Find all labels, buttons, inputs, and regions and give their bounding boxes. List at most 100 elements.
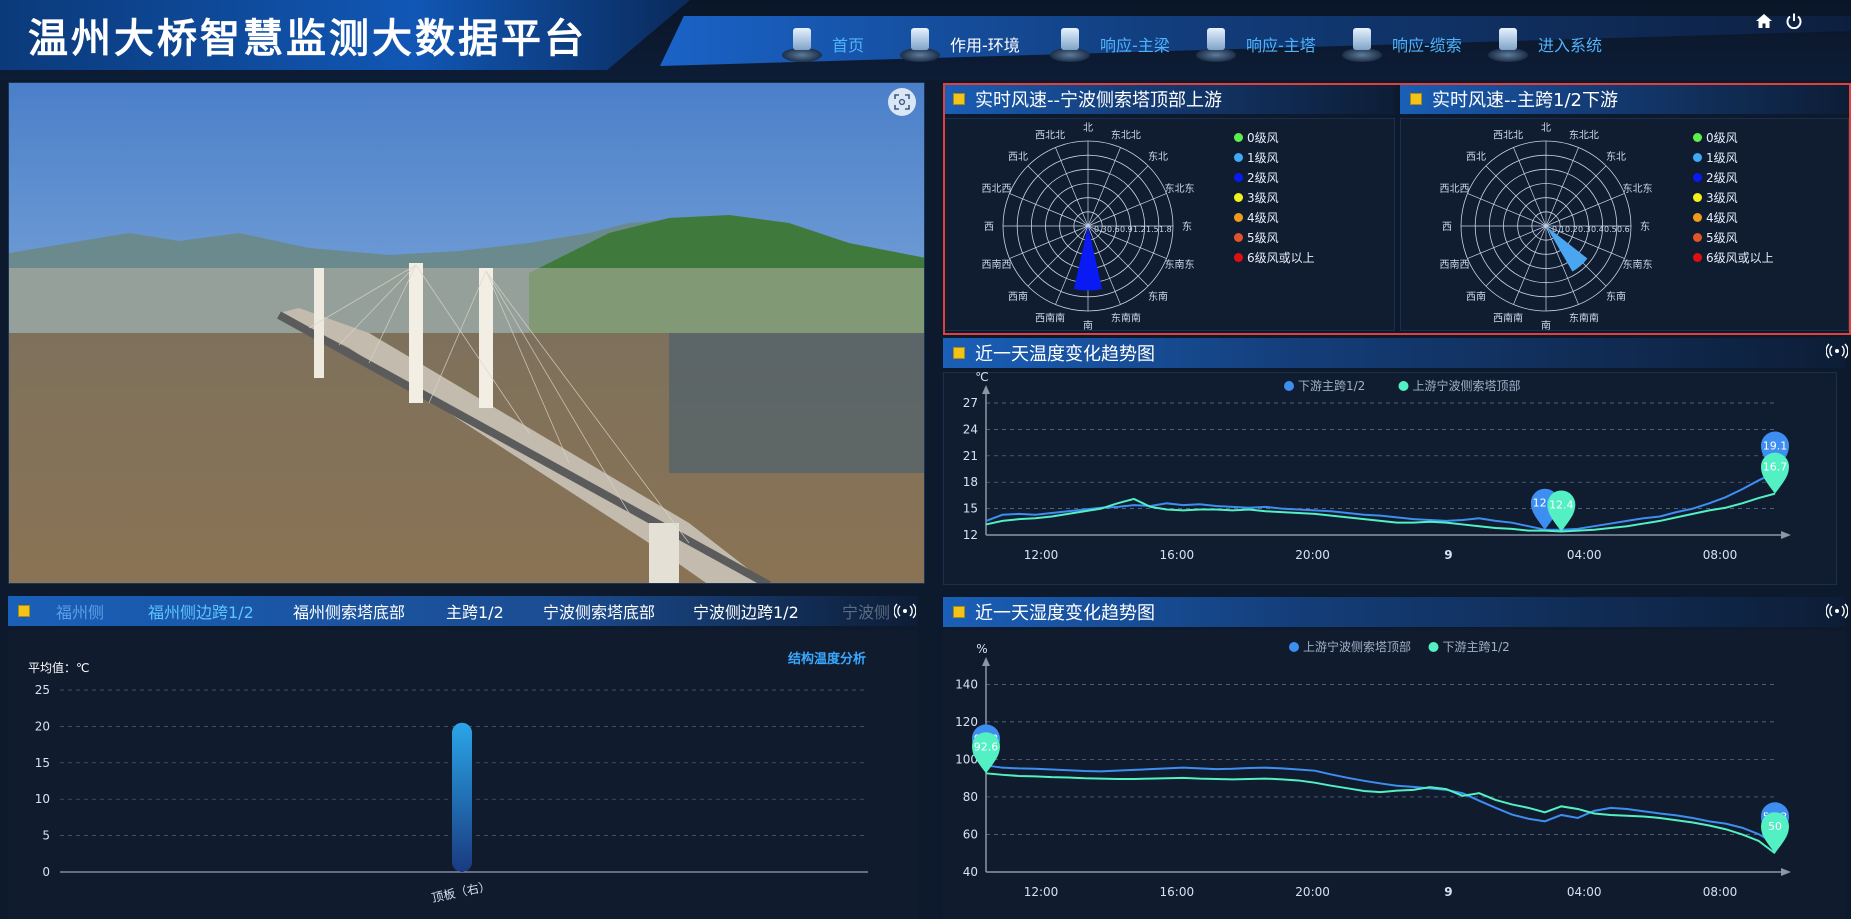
nav-pedestal-icon (898, 24, 942, 64)
x-tick-label: 04:00 (1567, 885, 1602, 899)
y-tick-label: 21 (963, 449, 978, 463)
x-tick-label: 顶板（右） (430, 878, 492, 905)
power-icon[interactable] (1785, 12, 1803, 30)
temp-header: 近一天温度变化趋势图 (943, 338, 1845, 368)
y-tick-label: 120 (955, 715, 978, 729)
nav-pedestal-icon (1486, 24, 1530, 64)
value-marker: 16.7 (1761, 452, 1789, 494)
marker-label: 92.6 (974, 740, 999, 753)
y-tick-label: 5 (42, 829, 50, 843)
x-axis-arrow (1781, 531, 1791, 539)
structure-tab-1[interactable]: 福州侧边跨1/2 (148, 596, 254, 626)
y-axis-label: 平均值：℃ (28, 660, 89, 675)
y-tick-label: 15 (35, 756, 50, 770)
signal-icon[interactable] (1826, 603, 1848, 619)
y-tick-label: 24 (963, 422, 978, 436)
x-axis-arrow (1781, 868, 1791, 876)
home-icon[interactable] (1755, 12, 1773, 30)
y-tick-label: 20 (35, 719, 50, 733)
y-tick-label: 140 (955, 677, 978, 691)
legend-label: 上游宁波侧索塔顶部 (1303, 639, 1411, 654)
humid-header: 近一天湿度变化趋势图 (943, 597, 1845, 627)
nav-item-label: 首页 (832, 36, 865, 55)
structure-tab-4[interactable]: 宁波侧索塔底部 (543, 596, 655, 626)
x-tick-label: 9 (1444, 548, 1452, 562)
x-tick-label: 9 (1444, 885, 1452, 899)
series-line (985, 764, 1776, 845)
y-tick-label: 0 (42, 865, 50, 879)
marker-label: 16.7 (1763, 461, 1788, 474)
legend-label: 下游主跨1/2 (1443, 640, 1510, 654)
y-tick-label: 25 (35, 683, 50, 697)
y-tick-label: 15 (963, 502, 978, 516)
x-tick-label: 16:00 (1160, 548, 1195, 562)
nav-pedestal-icon (1048, 24, 1092, 64)
y-tick-label: 10 (35, 792, 50, 806)
nav-item-label: 响应-主塔 (1246, 36, 1316, 55)
legend-dot-icon (1284, 381, 1294, 391)
panel-marker-icon (953, 347, 965, 359)
series-line (985, 492, 1776, 533)
x-tick-label: 12:00 (1024, 885, 1059, 899)
value-marker: 12.4 (1547, 490, 1576, 532)
temp-title: 近一天温度变化趋势图 (975, 344, 1155, 365)
x-tick-label: 08:00 (1703, 885, 1738, 899)
panel-marker-icon (18, 605, 30, 617)
nav-item-label: 响应-主梁 (1100, 36, 1170, 55)
structure-tab-0[interactable]: 福州侧 (56, 596, 104, 626)
legend-label: 下游主跨1/2 (1298, 379, 1365, 393)
nav-item-0[interactable]: 首页 (780, 22, 864, 66)
y-axis-arrow (982, 385, 990, 394)
app-title: 温州大桥智慧监测大数据平台 (28, 16, 587, 62)
nav-item-label: 进入系统 (1538, 36, 1603, 55)
structure-tab-6[interactable]: 宁波侧 (842, 596, 897, 626)
structure-tab-5[interactable]: 宁波侧边跨1/2 (693, 596, 799, 626)
x-tick-label: 12:00 (1024, 548, 1059, 562)
temp-chart: 12 15 18 21 24 27 ℃ 12:00 16:00 20:00 9 04:00 08:00 1… (963, 372, 1791, 562)
signal-icon[interactable] (894, 603, 916, 619)
y-tick-label: 18 (963, 475, 978, 489)
legend-dot-icon (1289, 642, 1299, 652)
nav-item-2[interactable]: 响应-主梁 (1048, 22, 1170, 66)
y-axis-label: ℃ (975, 372, 988, 384)
bar (452, 722, 472, 872)
panel-marker-icon (953, 606, 965, 618)
legend-label: 上游宁波侧索塔顶部 (1413, 378, 1521, 393)
selection-highlight (943, 83, 1851, 335)
humid-title: 近一天湿度变化趋势图 (975, 603, 1155, 624)
x-tick-label: 04:00 (1567, 548, 1602, 562)
nav-pedestal-icon (780, 24, 824, 64)
y-axis-label: % (976, 642, 987, 656)
nav-item-5[interactable]: 进入系统 (1486, 22, 1602, 66)
x-tick-label: 16:00 (1160, 885, 1195, 899)
nav-item-4[interactable]: 响应-缆索 (1340, 22, 1462, 66)
y-tick-label: 60 (963, 827, 978, 841)
nav-pedestal-icon (1194, 24, 1238, 64)
fullscreen-button[interactable] (888, 88, 916, 116)
y-tick-label: 80 (963, 790, 978, 804)
marker-label: 19.1 (1763, 440, 1788, 453)
x-tick-label: 20:00 (1295, 885, 1330, 899)
legend-dot-icon (1428, 642, 1439, 652)
bridge-photo (8, 82, 925, 584)
signal-icon[interactable] (1826, 343, 1848, 359)
structure-tab-2[interactable]: 福州侧索塔底部 (293, 596, 405, 626)
nav-item-3[interactable]: 响应-主塔 (1194, 22, 1316, 66)
structure-temp-chart: 平均值：℃ 0 5 10 15 20 25 顶板（右） (28, 660, 868, 905)
y-axis-arrow (982, 657, 990, 666)
y-tick-label: 12 (963, 528, 978, 542)
y-tick-label: 27 (963, 396, 978, 410)
humid-chart: 406080100120140%12:00 16:00 20:00 9 04:00 08:… (955, 639, 1791, 899)
legend-dot-icon (1398, 381, 1409, 391)
nav-item-1[interactable]: 作用-环境 (898, 22, 1020, 66)
x-tick-label: 08:00 (1703, 548, 1738, 562)
x-tick-label: 20:00 (1295, 548, 1330, 562)
structure-tab-3[interactable]: 主跨1/2 (446, 596, 504, 626)
y-tick-label: 40 (963, 865, 978, 879)
structure-tab-bar: 福州侧 福州侧边跨1/2 福州侧索塔底部 主跨1/2 宁波侧索塔底部 宁波侧边跨1/2 宁波… (8, 596, 918, 626)
nav-item-label: 响应-缆索 (1392, 36, 1462, 55)
fullscreen-icon (894, 94, 910, 110)
marker-label: 12.4 (1549, 498, 1574, 511)
marker-label: 50 (1768, 820, 1782, 833)
nav-item-label: 作用-环境 (950, 36, 1020, 55)
